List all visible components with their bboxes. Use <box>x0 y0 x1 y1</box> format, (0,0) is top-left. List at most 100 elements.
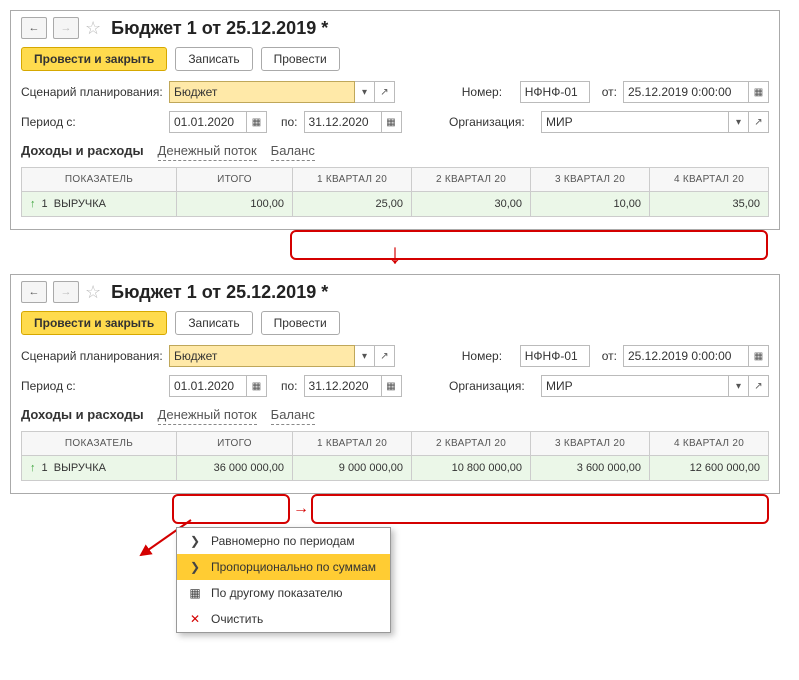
org-label: Организация: <box>449 379 535 393</box>
post-and-close-button[interactable]: Провести и закрыть <box>21 47 167 71</box>
org-label: Организация: <box>449 115 535 129</box>
cell-total[interactable]: 100,00 <box>177 192 293 217</box>
nav-fwd-button: → <box>53 17 79 39</box>
cell-q4[interactable]: 12 600 000,00 <box>650 456 769 481</box>
period-to-calendar-icon[interactable]: ▦ <box>382 111 402 133</box>
org-dropdown-icon[interactable]: ▾ <box>729 111 749 133</box>
th-indicator: Показатель <box>22 432 177 456</box>
transition-arrow-down-icon: ↓ <box>388 238 402 269</box>
nav-back-button[interactable]: ← <box>21 281 47 303</box>
favorite-star-icon[interactable]: ☆ <box>85 18 101 39</box>
cell-q4[interactable]: 35,00 <box>650 192 769 217</box>
scenario-input[interactable]: Бюджет <box>169 81 355 103</box>
org-input[interactable]: МИР <box>541 111 729 133</box>
window-title: Бюджет 1 от 25.12.2019 * <box>111 18 328 39</box>
post-and-close-button[interactable]: Провести и закрыть <box>21 311 167 335</box>
context-menu: ❯Равномерно по периодам ❯Пропорционально… <box>176 527 391 633</box>
th-q1: 1 квартал 20 <box>293 432 412 456</box>
row-id: 1 <box>42 198 48 210</box>
scenario-input[interactable]: Бюджет <box>169 345 355 367</box>
save-button[interactable]: Записать <box>175 311 252 335</box>
budget-table: Показатель Итого 1 квартал 20 2 квартал … <box>21 167 769 217</box>
org-input[interactable]: МИР <box>541 375 729 397</box>
arrow-up-icon: ↑ <box>30 198 36 210</box>
th-q4: 4 квартал 20 <box>650 432 769 456</box>
cell-q2[interactable]: 30,00 <box>412 192 531 217</box>
chevron-right-icon: ❯ <box>187 534 203 548</box>
table-icon: ▦ <box>187 586 203 600</box>
tab-income-expense[interactable]: Доходы и расходы <box>21 407 144 425</box>
period-to-input[interactable]: 31.12.2020 <box>304 375 382 397</box>
cell-q1[interactable]: 25,00 <box>293 192 412 217</box>
period-from-label: Период с: <box>21 115 163 129</box>
th-total: Итого <box>177 168 293 192</box>
ctx-even-periods[interactable]: ❯Равномерно по периодам <box>177 528 390 554</box>
date-calendar-icon[interactable]: ▦ <box>749 345 769 367</box>
date-input[interactable]: 25.12.2019 0:00:00 <box>623 81 749 103</box>
cell-q2[interactable]: 10 800 000,00 <box>412 456 531 481</box>
th-q4: 4 квартал 20 <box>650 168 769 192</box>
period-to-calendar-icon[interactable]: ▦ <box>382 375 402 397</box>
tab-income-expense[interactable]: Доходы и расходы <box>21 143 144 161</box>
row-indicator: ВЫРУЧКА <box>54 462 106 474</box>
from-label: от: <box>602 349 617 363</box>
budget-table: Показатель Итого 1 квартал 20 2 квартал … <box>21 431 769 481</box>
th-q3: 3 квартал 20 <box>531 432 650 456</box>
org-dropdown-icon[interactable]: ▾ <box>729 375 749 397</box>
post-button[interactable]: Провести <box>261 311 340 335</box>
row-id: 1 <box>42 462 48 474</box>
arrow-up-icon: ↑ <box>30 462 36 474</box>
number-input[interactable]: НФНФ-01 <box>520 345 590 367</box>
tab-balance[interactable]: Баланс <box>271 143 315 161</box>
date-calendar-icon[interactable]: ▦ <box>749 81 769 103</box>
period-from-label: Период с: <box>21 379 163 393</box>
window-title: Бюджет 1 от 25.12.2019 * <box>111 282 328 303</box>
chevron-right-icon: ❯ <box>187 560 203 574</box>
budget-panel-after: → ← → ☆ Бюджет 1 от 25.12.2019 * Провест… <box>10 274 780 494</box>
org-open-icon[interactable]: ↗ <box>749 111 769 133</box>
cell-q3[interactable]: 3 600 000,00 <box>531 456 650 481</box>
period-to-input[interactable]: 31.12.2020 <box>304 111 382 133</box>
cell-q3[interactable]: 10,00 <box>531 192 650 217</box>
scenario-dropdown-icon[interactable]: ▾ <box>355 345 375 367</box>
period-from-input[interactable]: 01.01.2020 <box>169 111 247 133</box>
date-input[interactable]: 25.12.2019 0:00:00 <box>623 345 749 367</box>
th-q3: 3 квартал 20 <box>531 168 650 192</box>
org-open-icon[interactable]: ↗ <box>749 375 769 397</box>
period-from-input[interactable]: 01.01.2020 <box>169 375 247 397</box>
th-q2: 2 квартал 20 <box>412 168 531 192</box>
number-input[interactable]: НФНФ-01 <box>520 81 590 103</box>
tab-cashflow[interactable]: Денежный поток <box>158 143 257 161</box>
nav-back-button[interactable]: ← <box>21 17 47 39</box>
save-button[interactable]: Записать <box>175 47 252 71</box>
period-from-calendar-icon[interactable]: ▦ <box>247 375 267 397</box>
scenario-label: Сценарий планирования: <box>21 85 163 99</box>
cell-total[interactable]: 36 000 000,00 <box>177 456 293 481</box>
period-to-label: по: <box>281 115 298 129</box>
table-row: ↑ 1 ВЫРУЧКА 36 000 000,00 9 000 000,00 10… <box>22 456 769 481</box>
clear-x-icon: ✕ <box>187 612 203 626</box>
ctx-clear[interactable]: ✕Очистить <box>177 606 390 632</box>
from-label: от: <box>602 85 617 99</box>
tab-cashflow[interactable]: Денежный поток <box>158 407 257 425</box>
highlight-arrow-right-icon: → <box>293 500 309 518</box>
nav-fwd-button: → <box>53 281 79 303</box>
scenario-label: Сценарий планирования: <box>21 349 163 363</box>
period-from-calendar-icon[interactable]: ▦ <box>247 111 267 133</box>
cell-q1[interactable]: 9 000 000,00 <box>293 456 412 481</box>
ctx-proportional[interactable]: ❯Пропорционально по суммам <box>177 554 390 580</box>
scenario-dropdown-icon[interactable]: ▾ <box>355 81 375 103</box>
highlight-total-after <box>172 494 290 524</box>
row-indicator: ВЫРУЧКА <box>54 198 106 210</box>
period-to-label: по: <box>281 379 298 393</box>
scenario-open-icon[interactable]: ↗ <box>375 81 395 103</box>
th-indicator: Показатель <box>22 168 177 192</box>
th-total: Итого <box>177 432 293 456</box>
number-label: Номер: <box>462 85 514 99</box>
favorite-star-icon[interactable]: ☆ <box>85 282 101 303</box>
table-row: ↑ 1 ВЫРУЧКА 100,00 25,00 30,00 10,00 35,0… <box>22 192 769 217</box>
post-button[interactable]: Провести <box>261 47 340 71</box>
ctx-by-other-indicator[interactable]: ▦По другому показателю <box>177 580 390 606</box>
tab-balance[interactable]: Баланс <box>271 407 315 425</box>
scenario-open-icon[interactable]: ↗ <box>375 345 395 367</box>
